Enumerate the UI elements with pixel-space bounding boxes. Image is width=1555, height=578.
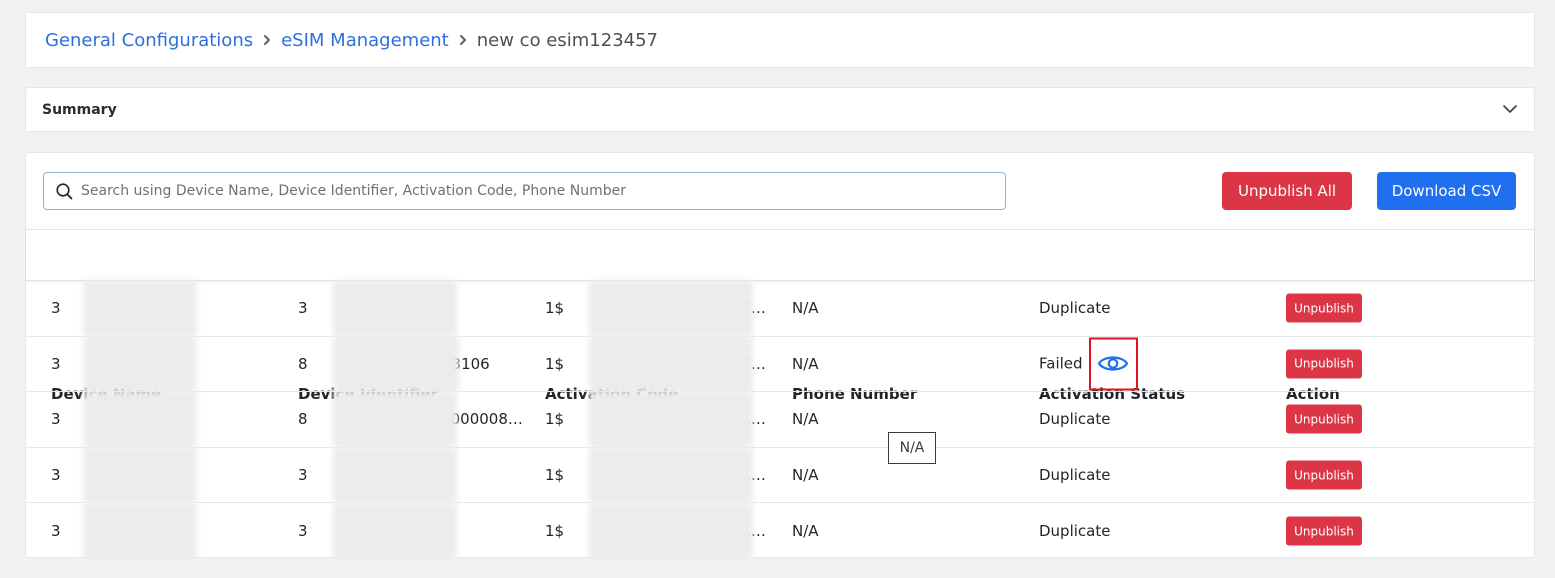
redacted-mask	[333, 335, 459, 392]
breadcrumb-esim-management[interactable]: eSIM Management	[281, 30, 449, 51]
redacted-mask	[589, 447, 753, 504]
redacted-mask	[83, 447, 197, 504]
redacted-mask	[589, 335, 753, 392]
search-box[interactable]	[43, 172, 1006, 210]
chevron-right-icon	[262, 34, 272, 46]
unpublish-button[interactable]: Unpublish	[1286, 460, 1362, 490]
chevron-right-icon	[458, 34, 468, 46]
status-detail-highlight[interactable]	[1088, 337, 1138, 391]
table-row: 351 3 1$2X… N/A Duplicate Unpublish	[26, 503, 1534, 560]
redacted-mask	[83, 391, 197, 448]
redacted-mask	[589, 391, 753, 448]
table-row: 351 83106 1$2X… N/A Failed Unpublish	[26, 335, 1534, 393]
redacted-mask	[83, 280, 197, 337]
activation-status-cell: Duplicate	[1039, 410, 1111, 429]
redacted-mask	[83, 335, 197, 392]
search-icon	[56, 182, 73, 199]
phone-number-cell: N/A	[792, 299, 819, 318]
breadcrumb-current: new co esim123457	[476, 29, 659, 51]
redacted-mask	[589, 503, 753, 560]
redacted-mask	[589, 280, 753, 337]
unpublish-button[interactable]: Unpublish	[1286, 404, 1362, 434]
devices-panel: Unpublish All Download CSV Device Name D…	[25, 152, 1535, 560]
phone-number-tooltip: N/A	[888, 432, 936, 464]
table-header: Device Name Device Identifier Activation…	[26, 229, 1534, 403]
chevron-down-icon[interactable]	[1502, 102, 1518, 118]
breadcrumb: General Configurations eSIM Management n…	[25, 12, 1535, 68]
devices-table: Device Name Device Identifier Activation…	[26, 229, 1534, 560]
unpublish-button[interactable]: Unpublish	[1286, 516, 1362, 546]
unpublish-button[interactable]: Unpublish	[1286, 293, 1362, 323]
summary-accordion[interactable]: Summary	[25, 87, 1535, 132]
unpublish-button[interactable]: Unpublish	[1286, 349, 1362, 379]
table-row: 351 3 1$2X… N/A Duplicate Unpublish	[26, 280, 1534, 337]
breadcrumb-general-configurations[interactable]: General Configurations	[45, 30, 253, 51]
redacted-mask	[333, 503, 457, 560]
unpublish-all-button[interactable]: Unpublish All	[1222, 172, 1352, 210]
search-input[interactable]	[81, 183, 981, 199]
phone-number-cell: N/A	[792, 354, 819, 373]
redacted-mask	[333, 447, 457, 504]
activation-status-cell: Duplicate	[1039, 466, 1111, 485]
activation-status-cell: Duplicate	[1039, 299, 1111, 318]
phone-number-cell: N/A	[792, 522, 819, 541]
phone-number-cell: N/A	[792, 410, 819, 429]
redacted-mask	[83, 503, 197, 560]
download-csv-button[interactable]: Download CSV	[1377, 172, 1516, 210]
eye-icon[interactable]	[1097, 353, 1129, 375]
activation-status-cell: Failed	[1039, 337, 1274, 391]
table-row: 351 3 1$2X… N/A Duplicate Unpublish	[26, 447, 1534, 504]
activation-status-cell: Duplicate	[1039, 522, 1111, 541]
table-row: 351 800000008… 1$2X… N/A Duplicate Unpub…	[26, 391, 1534, 448]
redacted-mask	[333, 280, 457, 337]
redacted-mask	[333, 391, 457, 448]
phone-number-cell: N/A	[792, 466, 819, 485]
summary-title: Summary	[42, 101, 117, 118]
